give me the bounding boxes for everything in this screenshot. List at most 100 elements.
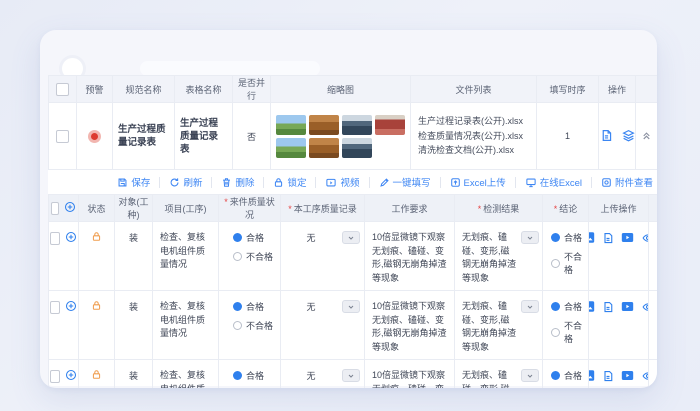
radio-pass[interactable]: 合格: [551, 369, 587, 382]
add-row-icon[interactable]: [65, 231, 77, 245]
table-row: 装 检查、复核电机组件质量情况 合格 不合格 无 10倍显微镜下观察无划痕、磕碰…: [48, 221, 657, 291]
object-value: 装: [114, 359, 153, 388]
file-text-icon[interactable]: [600, 129, 613, 144]
parallel-value: 否: [232, 102, 271, 170]
lock-status-icon: [91, 370, 102, 382]
lock-status-icon: [91, 301, 102, 313]
eye-icon[interactable]: [641, 301, 648, 315]
attachment-view-button[interactable]: 附件查看: [601, 175, 653, 189]
column-header-project: 项目(工序): [152, 194, 219, 222]
image-icon[interactable]: [589, 369, 596, 384]
column-header-thumbnails: 缩略图: [270, 75, 411, 103]
double-chevron-up-icon[interactable]: [641, 131, 652, 143]
radio-pass[interactable]: 合格: [551, 300, 587, 313]
incoming-quality-radio-group: 合格 不合格: [220, 300, 279, 332]
video-icon[interactable]: [621, 300, 634, 315]
one-click-fill-button[interactable]: 一键填写: [379, 175, 431, 189]
add-row-icon[interactable]: [65, 300, 77, 314]
process-detail-table: 状态 对象(工种) 项目(工序) * 来件质量状况 * 本工序质量记录 工作要求 *…: [48, 194, 657, 388]
action-toolbar: 保存 刷新 删除 锁定 一键填写 视频: [48, 170, 657, 194]
row-checkbox[interactable]: [56, 129, 69, 143]
project-value: 检查、复核电机组件质量情况: [152, 221, 219, 291]
table-row: 装 检查、复核电机组件质量情况 合格 不合格 无 10倍显微镜下观察无划痕、磕碰…: [48, 359, 657, 388]
excel-upload-button[interactable]: Excel上传: [450, 175, 506, 189]
online-excel-icon: [526, 178, 536, 187]
conclusion-radio-group: 合格 不合格: [544, 369, 587, 388]
chevron-down-icon[interactable]: [342, 231, 360, 244]
required-asterisk: *: [288, 203, 292, 214]
file-name: 清洗检查文档(公开).xlsx: [418, 145, 514, 156]
thumbnail-image[interactable]: [276, 137, 306, 158]
file-name: 检查质量情况表(公开).xlsx: [418, 130, 523, 141]
thumbnail-image[interactable]: [276, 114, 306, 135]
lock-status-icon: [91, 232, 102, 244]
layers-icon[interactable]: [621, 129, 635, 144]
video-icon[interactable]: [621, 369, 634, 384]
work-requirement-value: 10倍显微镜下观察无划痕、磕碰、变形,磁钢无崩角掉渣等现象: [364, 290, 455, 360]
thumbnail-image[interactable]: [342, 137, 372, 158]
chevron-down-icon[interactable]: [521, 300, 539, 313]
column-header-actions: 操作: [598, 75, 636, 103]
test-result-value: 无划痕、磕碰、变形,磁钢无崩角掉渣等现象: [462, 232, 517, 283]
thumbnail-image[interactable]: [375, 114, 405, 135]
column-header-status: 状态: [78, 194, 115, 222]
refresh-button[interactable]: 刷新: [169, 175, 202, 189]
row-checkbox[interactable]: [50, 369, 60, 383]
header-breadcrumb-area: [140, 61, 320, 76]
chevron-down-icon[interactable]: [342, 300, 360, 313]
project-value: 检查、复核电机组件质量情况: [152, 290, 219, 360]
file-icon[interactable]: [602, 370, 614, 384]
chevron-down-icon[interactable]: [521, 369, 539, 382]
column-header-form-name: 表格名称: [174, 75, 233, 103]
work-requirement-value: 10倍显微镜下观察无划痕、磕碰、变形,磁钢无崩角掉渣等现象: [364, 221, 455, 291]
app-window: 预警 规范名称 表格名称 是否并行 缩略图 文件列表 填写时序 操作 生产过程质…: [40, 30, 657, 388]
conclusion-radio-group: 合格 不合格: [544, 300, 587, 345]
project-value: 检查、复核电机组件质量情况: [152, 359, 219, 388]
add-row-icon[interactable]: [64, 201, 76, 215]
row-checkbox[interactable]: [50, 300, 60, 314]
attachment-view-icon: [602, 177, 611, 187]
column-header-conclusion: * 结论: [542, 194, 589, 222]
lock-icon: [275, 177, 283, 187]
thumbnail-image[interactable]: [309, 137, 339, 158]
chevron-down-icon[interactable]: [521, 231, 539, 244]
select-all-checkbox[interactable]: [51, 201, 59, 215]
video-icon: [326, 178, 337, 186]
radio-pass[interactable]: 合格: [233, 369, 279, 382]
online-excel-button[interactable]: 在线Excel: [525, 175, 582, 189]
image-icon[interactable]: [589, 231, 596, 246]
video-icon[interactable]: [621, 231, 634, 246]
process-record-value: 无: [306, 233, 316, 243]
radio-fail[interactable]: 不合格: [233, 250, 279, 263]
incoming-quality-radio-group: 合格 不合格: [220, 369, 279, 388]
radio-fail[interactable]: 不合格: [551, 250, 587, 276]
video-button[interactable]: 一键填写 视频: [325, 175, 360, 189]
column-header-upload-ops: 上传操作: [588, 194, 649, 222]
file-icon[interactable]: [602, 232, 614, 246]
image-icon[interactable]: [589, 300, 596, 315]
radio-fail[interactable]: 不合格: [233, 319, 279, 332]
save-button[interactable]: 保存: [117, 175, 150, 189]
add-row-icon[interactable]: [65, 369, 77, 383]
radio-pass[interactable]: 合格: [233, 300, 279, 313]
save-icon: [118, 178, 127, 186]
table-row: 生产过程质量记录表 生产过程质量记录表 否 生产过程记录表(公开).xlsx 检…: [48, 102, 657, 170]
row-checkbox[interactable]: [50, 231, 60, 245]
lock-button[interactable]: 锁定: [273, 175, 306, 189]
eye-icon[interactable]: [641, 370, 648, 384]
delete-button[interactable]: 删除: [221, 175, 254, 189]
chevron-down-icon[interactable]: [342, 369, 360, 382]
refresh-icon: [171, 177, 179, 186]
eye-icon[interactable]: [641, 232, 648, 246]
radio-pass[interactable]: 合格: [551, 231, 587, 244]
test-result-value: 无划痕、磕碰、变形,磁钢无崩角掉渣等现象: [462, 301, 517, 352]
thumbnail-image[interactable]: [342, 114, 372, 135]
thumbnail-image[interactable]: [309, 114, 339, 135]
radio-fail[interactable]: 不合格: [551, 319, 587, 345]
radio-pass[interactable]: 合格: [233, 231, 279, 244]
object-value: 装: [114, 221, 153, 291]
file-icon[interactable]: [602, 301, 614, 315]
column-header-process-record: * 本工序质量记录: [280, 194, 365, 222]
column-header-alert: 预警: [76, 75, 113, 103]
select-all-checkbox[interactable]: [56, 82, 69, 96]
